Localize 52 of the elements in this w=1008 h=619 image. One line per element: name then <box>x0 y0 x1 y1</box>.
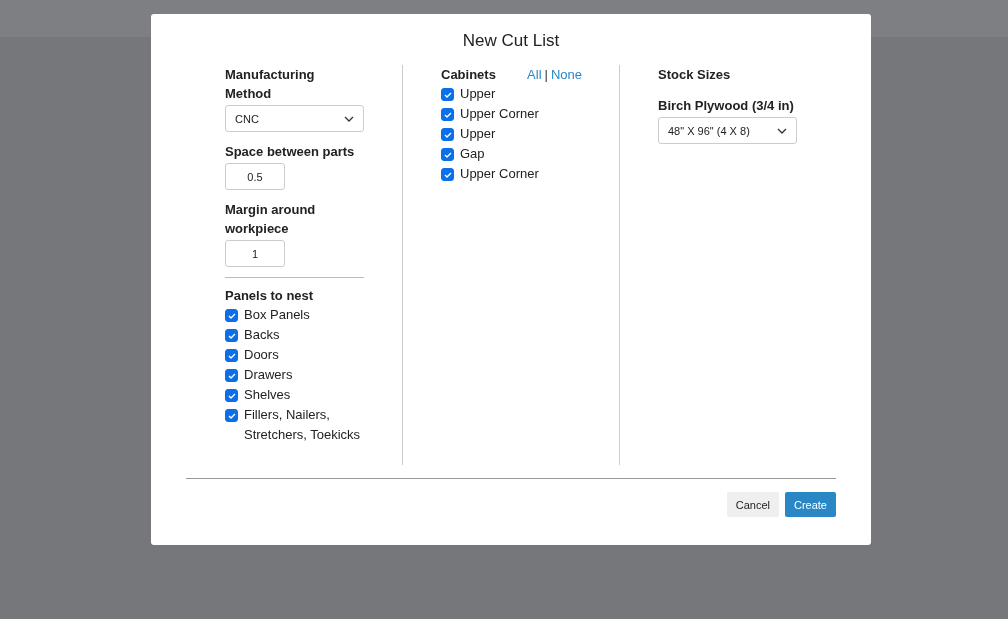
check-icon <box>443 131 452 138</box>
check-icon <box>443 151 452 158</box>
field-label: Space between parts <box>225 143 356 161</box>
check-icon <box>443 111 452 118</box>
checkbox[interactable] <box>225 409 238 422</box>
checkbox-label[interactable]: Drawers <box>244 365 293 385</box>
check-icon <box>443 171 452 178</box>
checkbox[interactable] <box>441 148 454 161</box>
checkbox[interactable] <box>225 329 238 342</box>
check-icon <box>443 91 452 98</box>
method-dropdown[interactable]: CNC <box>225 105 364 132</box>
checkbox-label[interactable]: Box Panels <box>244 305 310 325</box>
chevron-icon <box>777 127 787 134</box>
create-button[interactable]: Create <box>784 492 836 517</box>
check-icon <box>227 412 236 419</box>
checkbox[interactable] <box>225 369 238 382</box>
checkbox[interactable] <box>225 349 238 362</box>
check-icon <box>227 392 236 399</box>
chevron-icon <box>344 115 354 122</box>
field-label: Manufacturing Method <box>225 66 316 103</box>
field-label: Margin around workpiece <box>225 201 317 238</box>
checkbox-label[interactable]: Gap <box>460 144 485 164</box>
cancel-button[interactable]: Cancel <box>726 492 779 517</box>
checkbox-label[interactable]: Upper Corner <box>460 104 539 124</box>
checkbox[interactable] <box>441 168 454 181</box>
separator: | <box>544 67 548 82</box>
checkbox[interactable] <box>225 309 238 322</box>
check-icon <box>227 352 236 359</box>
select-all-link[interactable]: All <box>527 67 542 82</box>
checkbox-label[interactable]: Fillers, Nailers, Stretchers, Toekicks <box>244 405 375 445</box>
field-label: Birch Plywood (3/4 in) <box>658 97 795 115</box>
spacing-input[interactable]: 0.5 <box>225 163 285 190</box>
checkbox[interactable] <box>225 389 238 402</box>
checkbox[interactable] <box>441 128 454 141</box>
checkbox[interactable] <box>441 88 454 101</box>
section-heading: Cabinets <box>441 66 496 84</box>
select-none-link[interactable]: None <box>550 67 582 82</box>
margin-input[interactable]: 1 <box>225 240 285 267</box>
section-heading: Stock Sizes <box>658 66 732 84</box>
dialog-title: New Cut List <box>461 31 561 51</box>
checkbox-label[interactable]: Backs <box>244 325 280 345</box>
checkbox-label[interactable]: Shelves <box>244 385 291 405</box>
checkbox-label[interactable]: Upper Corner <box>460 164 539 184</box>
check-icon <box>227 372 236 379</box>
section-heading: Panels to nest <box>225 287 315 305</box>
check-icon <box>227 332 236 339</box>
checkbox-label[interactable]: Doors <box>244 345 279 365</box>
checkbox-label[interactable]: Upper <box>460 124 496 144</box>
stock-size-dropdown[interactable]: 48" X 96" (4 X 8) <box>658 117 797 144</box>
checkbox[interactable] <box>441 108 454 121</box>
check-icon <box>227 312 236 319</box>
checkbox-label[interactable]: Upper <box>460 84 496 104</box>
